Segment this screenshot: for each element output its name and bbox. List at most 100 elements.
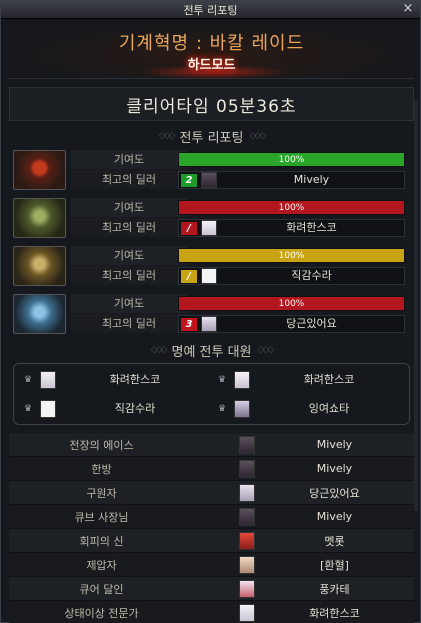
contribution-label: 기여도 <box>71 150 187 169</box>
green-dragon-boss-icon <box>13 198 66 238</box>
honor-member[interactable]: ♛ 잉여쇼타 <box>214 398 404 420</box>
honor-member[interactable]: ♛ 직감수라 <box>20 398 210 420</box>
boss-row: 기여도 최고의 딜러 100% 2 Mively <box>13 150 406 190</box>
crown-icon: ♛ <box>24 375 33 385</box>
top-dealer-label: 최고의 딜러 <box>71 314 187 333</box>
award-player[interactable]: 당근있어요 <box>255 485 414 501</box>
blue-dragon-boss-icon <box>13 294 66 334</box>
dealer-name: Mively <box>293 173 330 186</box>
avatar <box>239 579 255 598</box>
contribution-bar: 100% <box>178 296 405 311</box>
award-title: 한방 <box>91 462 112 476</box>
award-player[interactable]: Mively <box>255 462 414 475</box>
award-title: 큐브 사장님 <box>74 510 129 524</box>
award-title: 제압자 <box>86 558 117 572</box>
award-row: 한방 Mively <box>9 457 414 481</box>
raid-banner: 기계혁명 : 바칼 레이드 하드모드 <box>9 21 414 79</box>
honor-members-panel: ♛ 화려한스코 ♛ 화려한스코 ♛ 직감수라 ♛ 잉여쇼타 <box>13 363 410 425</box>
award-player[interactable]: Mively <box>255 510 414 523</box>
top-dealer[interactable]: / 직감수라 <box>178 267 405 285</box>
section-header-report: ◇◇◇ 전투 리포팅 ◇◇◇ <box>9 127 414 146</box>
award-player[interactable]: 화려한스코 <box>255 605 414 621</box>
dealer-name: 직감수라 <box>291 269 332 282</box>
ornament-left-icon: ◇◇◇ <box>150 345 168 355</box>
rank-badge: 3 <box>181 318 197 331</box>
award-player[interactable]: 풍카테 <box>255 581 414 597</box>
ornament-right-icon: ◇◇◇ <box>257 345 275 355</box>
contribution-fill: 100% <box>179 297 404 310</box>
avatar <box>239 555 255 574</box>
gold-dragon-boss-icon <box>13 246 66 286</box>
avatar <box>239 507 255 526</box>
crown-icon: ♛ <box>24 404 33 414</box>
award-row: 구원자 당근있어요 <box>9 481 414 505</box>
contribution-fill: 100% <box>179 249 404 262</box>
battle-report-window: 전투 리포팅 × 기계혁명 : 바칼 레이드 하드모드 클리어타임 05분36초… <box>0 0 421 623</box>
avatar <box>40 371 56 389</box>
boss-row: 기여도 최고의 딜러 100% 3 당근있어요 <box>13 294 406 334</box>
crown-icon: ♛ <box>218 375 227 385</box>
avatar <box>239 531 255 550</box>
contribution-fill: 100% <box>179 153 404 166</box>
avatar <box>234 371 250 389</box>
avatar <box>201 220 217 236</box>
ornament-right-icon: ◇◇◇ <box>249 131 266 141</box>
difficulty-label: 하드모드 <box>187 58 236 73</box>
award-row: 회피의 신 멧롯 <box>9 529 414 553</box>
rank-badge: 2 <box>181 174 197 187</box>
honor-member[interactable]: ♛ 화려한스코 <box>214 369 404 391</box>
top-dealer[interactable]: 3 당근있어요 <box>178 315 405 333</box>
top-dealer[interactable]: / 화려한스코 <box>178 219 405 237</box>
dealer-name: 화려한스코 <box>286 221 337 234</box>
award-title: 큐어 달인 <box>79 582 124 596</box>
honor-member[interactable]: ♛ 화려한스코 <box>20 369 210 391</box>
award-row: 큐어 달인 풍카테 <box>9 577 414 601</box>
award-row: 전장의 에이스 Mively <box>9 433 414 457</box>
boss-row: 기여도 최고의 딜러 100% / 화려한스코 <box>13 198 406 238</box>
clear-time: 클리어타임 05분36초 <box>9 87 414 121</box>
avatar <box>40 400 56 418</box>
avatar <box>201 172 217 188</box>
rank-badge: / <box>181 222 197 235</box>
award-row: 상태이상 전문가 화려한스코 <box>9 601 414 623</box>
top-dealer-label: 최고의 딜러 <box>71 170 187 189</box>
award-title: 상태이상 전문가 <box>64 606 139 620</box>
contribution-bar: 100% <box>178 248 405 263</box>
award-row: 제압자 [환혈] <box>9 553 414 577</box>
crown-icon: ♛ <box>218 404 227 414</box>
award-player[interactable]: 멧롯 <box>255 533 414 549</box>
window-title: 전투 리포팅 <box>183 3 238 17</box>
avatar <box>239 603 255 622</box>
scrollbar[interactable] <box>414 101 418 511</box>
avatar <box>201 268 217 284</box>
award-player[interactable]: [환혈] <box>255 557 414 573</box>
contribution-bar: 100% <box>178 152 405 167</box>
award-title: 구원자 <box>86 486 117 500</box>
top-dealer-label: 최고의 딜러 <box>71 266 187 285</box>
member-name: 잉여쇼타 <box>308 402 350 415</box>
section-title: 명예 전투 대원 <box>171 344 252 360</box>
close-icon[interactable]: × <box>401 2 415 16</box>
member-name: 직감수라 <box>114 402 156 415</box>
section-header-honor: ◇◇◇ 명예 전투 대원 ◇◇◇ <box>9 341 414 360</box>
red-dragon-boss-icon <box>13 150 66 190</box>
avatar <box>239 459 255 478</box>
avatar <box>239 483 255 502</box>
top-dealer-label: 최고의 딜러 <box>71 218 187 237</box>
awards-table: 전장의 에이스 Mively 한방 Mively 구원자 당근있어요 큐브 사장님 Mi… <box>9 433 414 623</box>
contribution-label: 기여도 <box>71 198 187 217</box>
top-dealer[interactable]: 2 Mively <box>178 171 405 189</box>
award-title: 회피의 신 <box>79 534 124 548</box>
dealer-name: 당근있어요 <box>286 317 337 330</box>
avatar <box>201 316 217 332</box>
ornament-left-icon: ◇◇◇ <box>158 131 176 141</box>
member-name: 화려한스코 <box>109 373 161 386</box>
contribution-bar: 100% <box>178 200 405 215</box>
title-bar[interactable]: 전투 리포팅 × <box>1 1 420 19</box>
boss-row: 기여도 최고의 딜러 100% / 직감수라 <box>13 246 406 286</box>
section-title: 전투 리포팅 <box>179 130 244 146</box>
award-row: 큐브 사장님 Mively <box>9 505 414 529</box>
contribution-label: 기여도 <box>71 294 187 313</box>
avatar <box>239 435 255 454</box>
award-player[interactable]: Mively <box>255 438 414 451</box>
